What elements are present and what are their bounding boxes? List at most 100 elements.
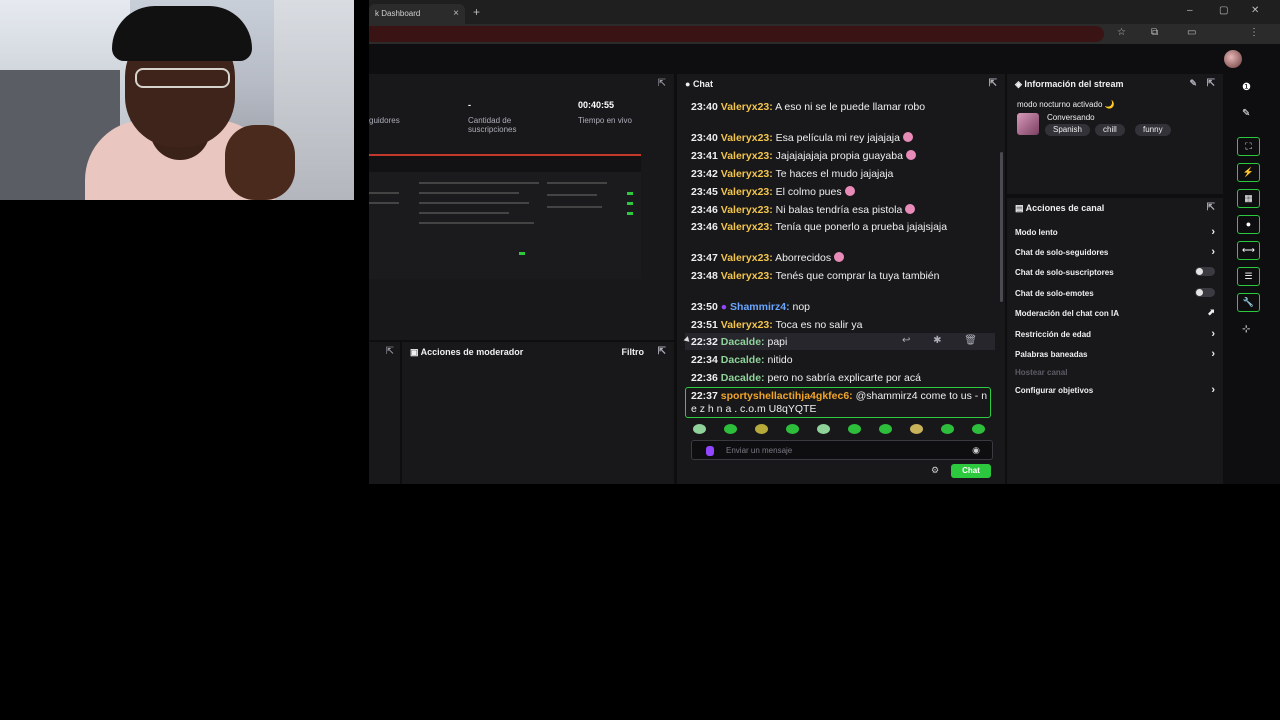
new-tab-button[interactable]: +: [473, 5, 480, 19]
extensions-icon[interactable]: ⧉: [1151, 27, 1158, 38]
share-icon[interactable]: ⊹: [1242, 324, 1250, 335]
emote-icon[interactable]: [817, 424, 830, 434]
chevron-right-icon: ›: [1211, 348, 1215, 360]
ai-moderation-item[interactable]: Moderación del chat con IA ⬈: [1015, 307, 1215, 318]
close-tab-icon[interactable]: ×: [453, 8, 459, 19]
chat-input[interactable]: Enviar un mensaje ◉: [691, 440, 993, 460]
emote-icon[interactable]: [693, 424, 706, 434]
emote-icon[interactable]: [755, 424, 768, 434]
broadcast-button[interactable]: ⟷: [1237, 241, 1260, 260]
popout-icon[interactable]: ⇱: [1207, 78, 1215, 89]
menu-icon[interactable]: ⋮: [1249, 27, 1259, 38]
chevron-right-icon: ›: [1211, 246, 1215, 258]
chat-scrollbar[interactable]: [1000, 152, 1003, 302]
emote-icon[interactable]: [972, 424, 985, 434]
tag-chill[interactable]: chill: [1095, 124, 1125, 136]
tab-title: k Dashboard: [375, 9, 421, 18]
stream-info-title: Información del stream: [1024, 79, 1124, 89]
slow-mode-item[interactable]: Modo lento ›: [1015, 226, 1215, 238]
moderator-actions-title: Acciones de moderador: [420, 347, 524, 357]
channel-actions-panel: ▤ Acciones de canal ⇱ Modo lento › Chat d…: [1007, 198, 1223, 484]
clip-button[interactable]: ⛶: [1237, 137, 1260, 156]
popout-icon[interactable]: ⇱: [1207, 202, 1215, 213]
settings-gear-icon[interactable]: ⚙: [931, 465, 939, 476]
list-button[interactable]: ☰: [1237, 267, 1260, 286]
chat-message: 23:46 Valeryx23: Ni balas tendría esa pi…: [691, 204, 991, 217]
sidebar-icon[interactable]: ▭: [1187, 27, 1196, 38]
star-icon[interactable]: ☆: [1117, 27, 1126, 38]
emote-icon[interactable]: [910, 424, 923, 434]
emote-icon[interactable]: [941, 424, 954, 434]
address-bar[interactable]: [369, 26, 1104, 42]
chat-icon: ●: [685, 79, 693, 89]
screen: { "browser": { "tab_title": "k Dashboard…: [0, 0, 1280, 720]
stream-info-panel: ◈ Información del stream ✎ ⇱ modo noctur…: [1007, 74, 1223, 194]
dashboard-topbar: [369, 44, 1280, 74]
minimize-icon[interactable]: –: [1187, 5, 1193, 16]
chat-message: 22:34 Dacalde: nitido: [691, 354, 793, 366]
lightning-button[interactable]: ⚡: [1237, 163, 1260, 182]
chat-message: 23:40 Valeryx23: Esa película mi rey jaj…: [691, 132, 991, 145]
stream-preview: [369, 154, 641, 279]
maximize-icon[interactable]: ▢: [1219, 5, 1228, 16]
chat-header: ● Chat ⇱: [677, 74, 1005, 94]
chart-icon: ⬈: [1207, 307, 1215, 317]
emote-only-item[interactable]: Chat de solo-emotes: [1015, 288, 1215, 298]
info-icon[interactable]: ❶: [1242, 82, 1251, 93]
window-close-icon[interactable]: ✕: [1251, 5, 1259, 16]
tag-funny[interactable]: funny: [1135, 124, 1171, 136]
live-time-value: 00:40:55: [578, 100, 615, 110]
avatar[interactable]: [1224, 50, 1242, 68]
subscribers-only-item[interactable]: Chat de solo-suscriptores: [1015, 267, 1215, 277]
notes-button[interactable]: ▦: [1237, 189, 1260, 208]
chat-title: Chat: [692, 79, 713, 89]
category-name: Conversando: [1047, 113, 1095, 122]
mic-icon[interactable]: [706, 446, 714, 456]
channel-icon: ▤: [1015, 203, 1026, 213]
channel-actions-header: ▤ Acciones de canal ⇱: [1007, 198, 1223, 218]
live-time-label: Tiempo en vivo: [578, 116, 632, 125]
right-rail: ❶ ✎ ⛶ ⚡ ▦ ● ⟷ ☰ 🔧 ⊹: [1227, 74, 1280, 484]
send-chat-button[interactable]: Chat: [951, 464, 991, 478]
chat-message: 23:47 Valeryx23: Aborrecidos: [691, 252, 991, 265]
browser-tab[interactable]: k Dashboard ×: [369, 4, 465, 24]
followers-only-item[interactable]: Chat de solo-seguidores ›: [1015, 246, 1215, 258]
emoji-icon: [905, 150, 916, 160]
chat-input-placeholder: Enviar un mensaje: [726, 446, 793, 455]
emote-icon[interactable]: [786, 424, 799, 434]
popout-icon[interactable]: ⇱: [386, 346, 394, 357]
chevron-right-icon: ›: [1211, 226, 1215, 238]
webcam-overlay: [0, 0, 354, 200]
age-restriction-item[interactable]: Restricción de edad ›: [1015, 328, 1215, 340]
subs-value: -: [468, 100, 471, 110]
stream-title: modo nocturno activado 🌙: [1017, 100, 1115, 109]
configure-goals-item[interactable]: Configurar objetivos ›: [1015, 384, 1215, 396]
stream-stats-panel: ⇱ guidores - Cantidad de suscripciones 0…: [369, 74, 674, 340]
moderator-actions-panel: ▣ Acciones de moderador Filtro ⇱: [402, 342, 674, 484]
banned-words-item[interactable]: Palabras baneadas ›: [1015, 348, 1215, 360]
moderator-icon: ▣: [410, 347, 421, 357]
emote-icon[interactable]: [879, 424, 892, 434]
emoji-icon: [834, 252, 845, 262]
popout-icon[interactable]: ⇱: [658, 78, 666, 89]
chat-bubble-button[interactable]: ●: [1237, 215, 1260, 234]
edit-icon[interactable]: ✎: [1189, 78, 1197, 89]
emote-icon[interactable]: [848, 424, 861, 434]
chat-message: 23:42 Valeryx23: Te haces el mudo jajaja…: [691, 168, 894, 180]
wrench-button[interactable]: 🔧: [1237, 293, 1260, 312]
moderator-actions-header: ▣ Acciones de moderador Filtro ⇱: [402, 342, 674, 362]
tag-spanish[interactable]: Spanish: [1045, 124, 1090, 136]
popout-icon[interactable]: ⇱: [658, 346, 666, 357]
eye-icon[interactable]: ◉: [972, 445, 980, 456]
chat-message: 23:45 Valeryx23: El colmo pues: [691, 186, 991, 199]
chat-message: 23:50 ● Shammirz4: nop: [691, 301, 811, 313]
emote-only-toggle[interactable]: [1195, 288, 1215, 297]
chat-message: 23:41 Valeryx23: Jajajajajaja propia gua…: [691, 150, 991, 163]
emote-bar: [691, 424, 991, 436]
edit-icon[interactable]: ✎: [1242, 108, 1250, 119]
chat-message: 22:32 Dacalde: papi: [691, 336, 788, 348]
filter-button[interactable]: Filtro: [622, 347, 645, 357]
emote-icon[interactable]: [724, 424, 737, 434]
subscribers-only-toggle[interactable]: [1195, 267, 1215, 276]
popout-icon[interactable]: ⇱: [989, 78, 997, 89]
